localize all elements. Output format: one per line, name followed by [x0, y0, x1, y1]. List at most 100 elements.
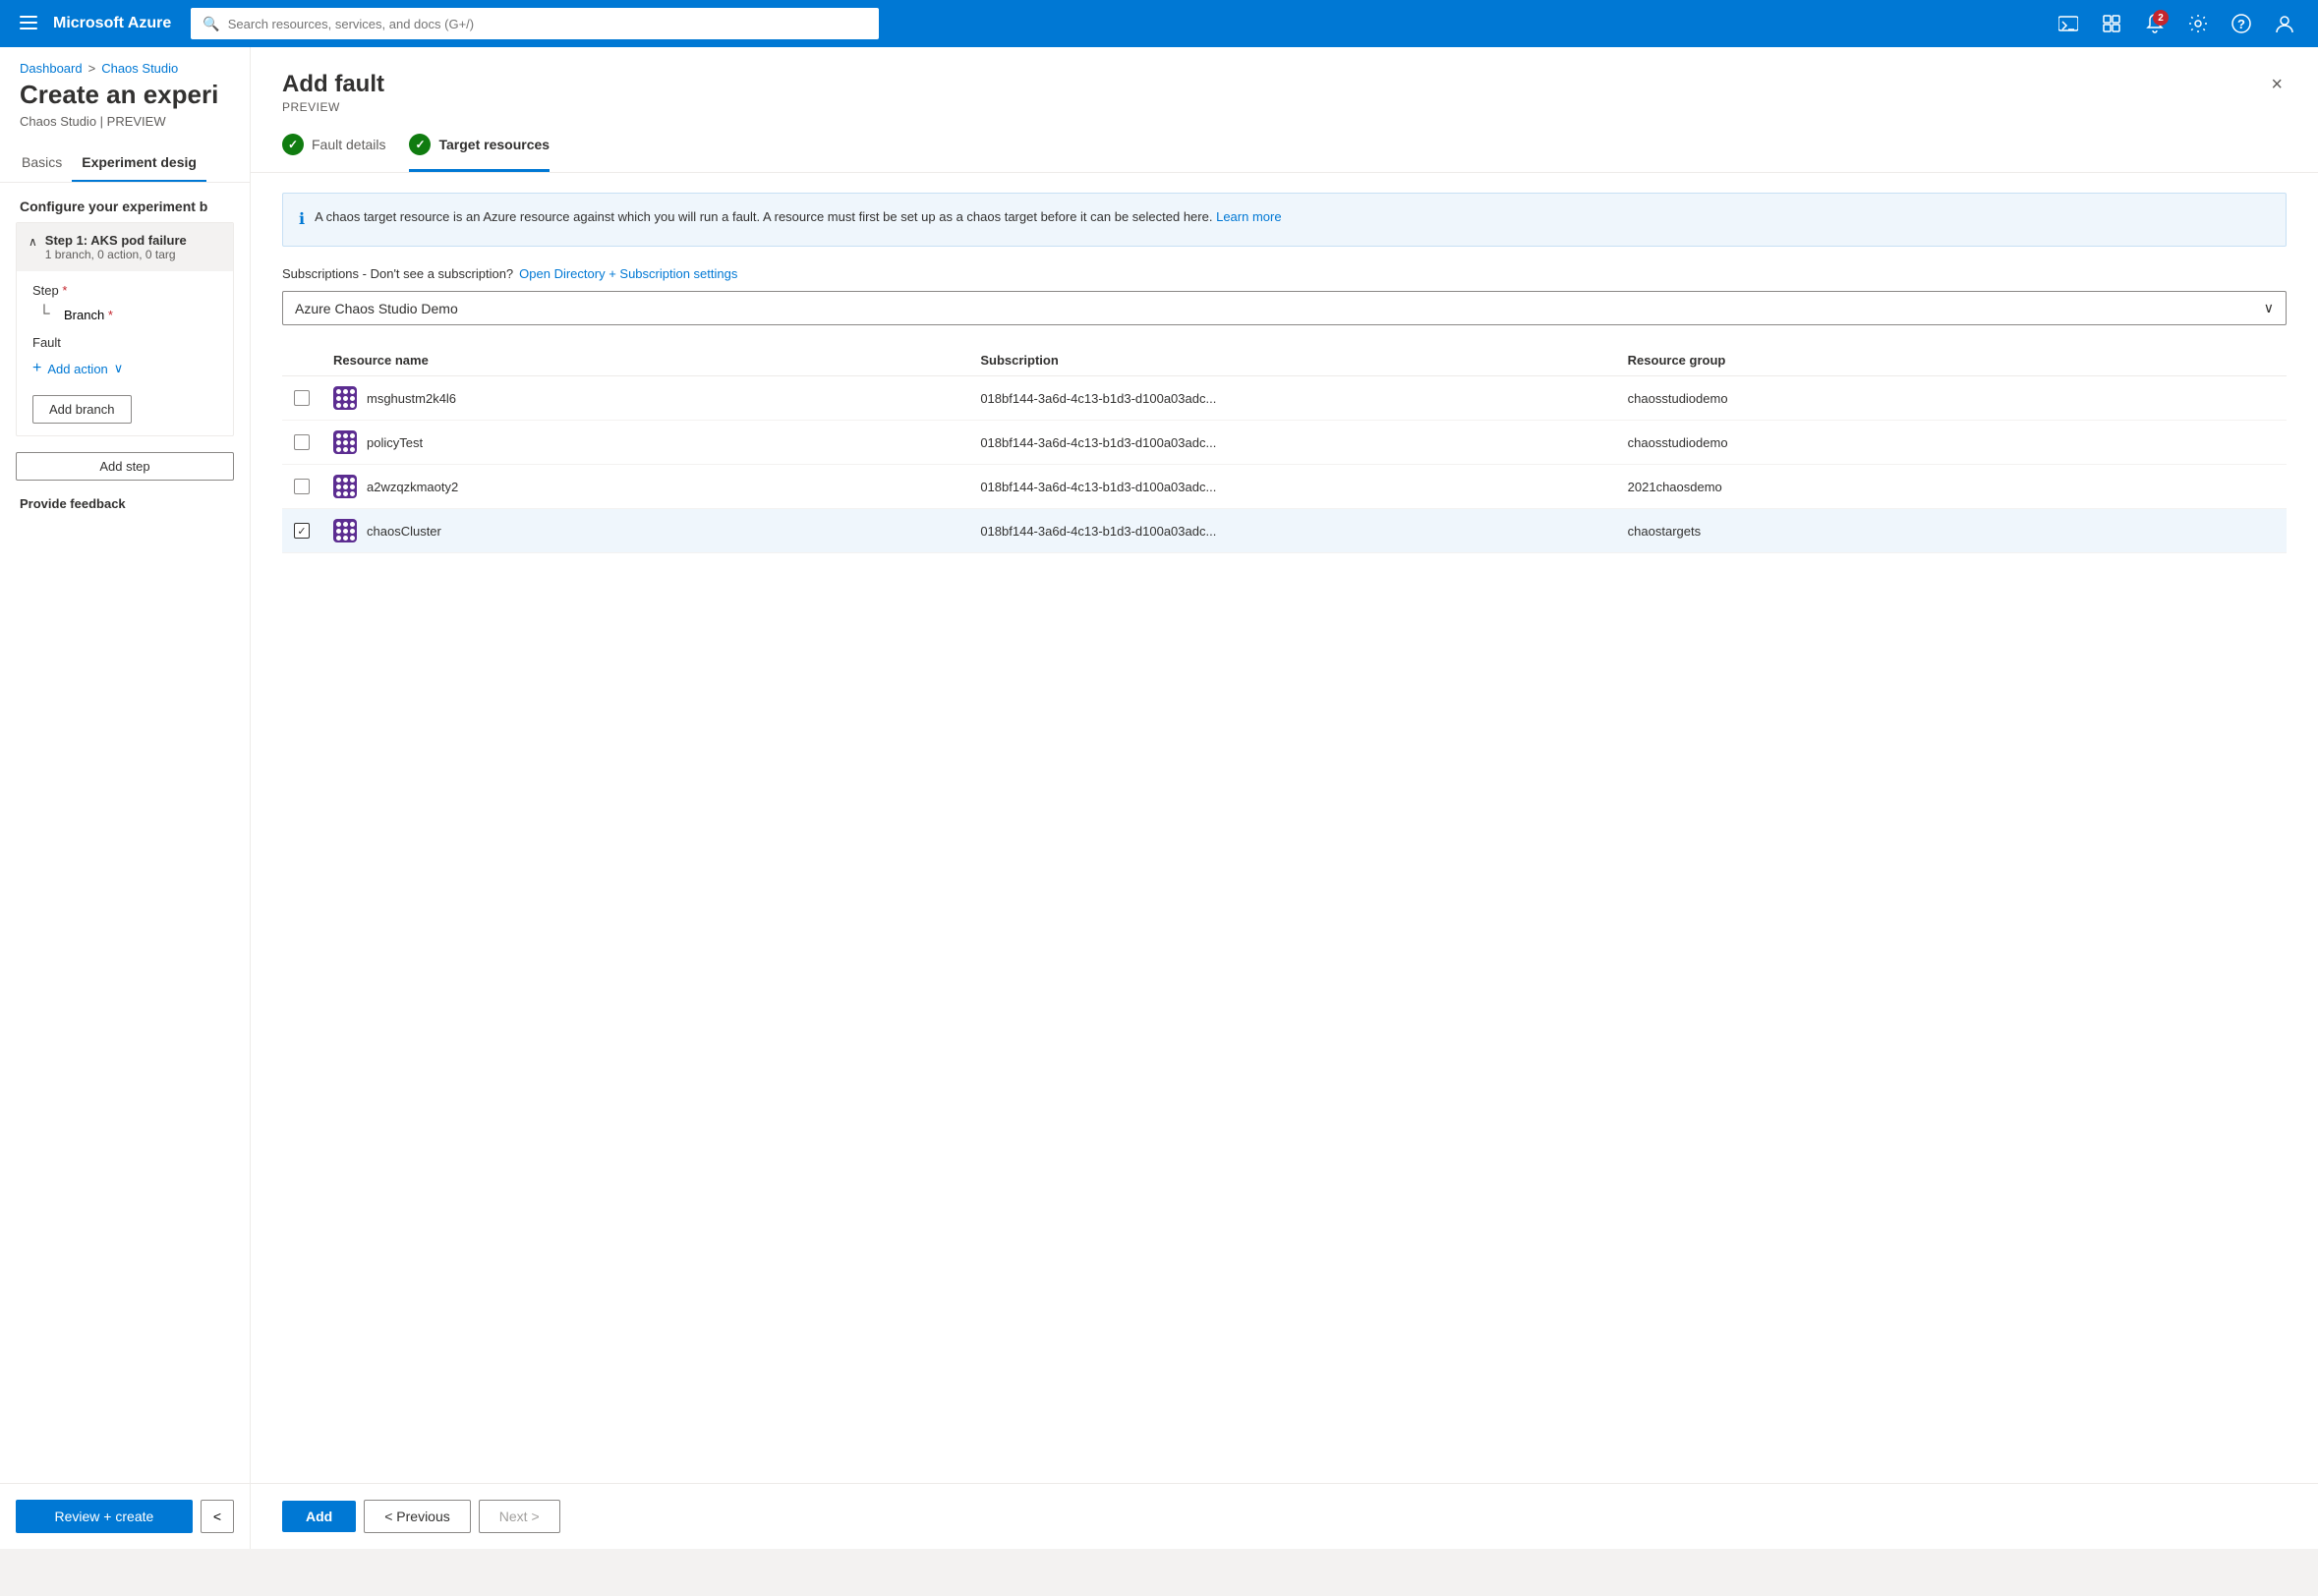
tab-basics[interactable]: Basics	[12, 144, 72, 182]
hamburger-menu[interactable]	[16, 10, 41, 38]
resources-table: Resource name Subscription Resource grou…	[282, 345, 2287, 1483]
step-title: Step 1: AKS pod failure	[45, 233, 221, 248]
info-icon: ℹ	[299, 208, 305, 232]
user-account-button[interactable]	[2267, 6, 2302, 41]
step-tree: └ Branch *	[32, 302, 217, 327]
row-1-checkbox[interactable]	[294, 390, 310, 406]
resource-icon	[333, 519, 357, 542]
add-button[interactable]: Add	[282, 1501, 356, 1532]
page-title: Create an experi	[0, 76, 250, 114]
cloud-shell-button[interactable]	[2051, 6, 2086, 41]
wizard-step-circle-2: ✓	[409, 134, 431, 155]
table-row[interactable]: msghustm2k4l6 018bf144-3a6d-4c13-b1d3-d1…	[282, 376, 2287, 421]
svg-text:?: ?	[2237, 17, 2245, 31]
row-2-resource-name: policyTest	[367, 435, 423, 450]
wizard-steps: ✓ Fault details ✓ Target resources	[251, 114, 2318, 173]
wizard-step-circle-1: ✓	[282, 134, 304, 155]
search-input[interactable]	[228, 17, 868, 31]
row-1-resource-group: chaosstudiodemo	[1628, 391, 2275, 406]
add-step-button[interactable]: Add step	[16, 452, 234, 481]
directory-button[interactable]	[2094, 6, 2129, 41]
resource-icon	[333, 430, 357, 454]
resource-icon	[333, 475, 357, 498]
fault-label: Fault	[32, 327, 217, 354]
row-3-resource-group: 2021chaosdemo	[1628, 480, 2275, 494]
row-1-name-cell: msghustm2k4l6	[333, 386, 980, 410]
table-row[interactable]: ✓ chaosCluster 018bf144-3a6d-4c13-b1d3-d…	[282, 509, 2287, 553]
configure-label: Configure your experiment b	[0, 183, 250, 222]
table-col-resource-name: Resource name	[333, 353, 980, 368]
info-box: ℹ A chaos target resource is an Azure re…	[282, 193, 2287, 247]
brand-name: Microsoft Azure	[53, 15, 171, 32]
tabs-bar: Basics Experiment desig	[0, 144, 250, 183]
previous-button[interactable]: < Previous	[364, 1500, 471, 1533]
plus-icon: +	[32, 360, 41, 377]
step-meta: 1 branch, 0 action, 0 targ	[45, 248, 221, 261]
wizard-step-fault-details[interactable]: ✓ Fault details	[282, 134, 385, 172]
row-3-resource-name: a2wzqzkmaoty2	[367, 480, 458, 494]
main-layout: Dashboard > Chaos Studio Create an exper…	[0, 47, 2318, 1549]
step-field-label: Step *	[32, 283, 217, 298]
row-1-resource-name: msghustm2k4l6	[367, 391, 456, 406]
close-button[interactable]: ×	[2267, 71, 2287, 98]
table-header: Resource name Subscription Resource grou…	[282, 345, 2287, 376]
step-header[interactable]: ∧ Step 1: AKS pod failure 1 branch, 0 ac…	[17, 223, 233, 271]
table-row[interactable]: policyTest 018bf144-3a6d-4c13-b1d3-d100a…	[282, 421, 2287, 465]
dialog-title: Add fault	[282, 71, 384, 98]
page-subtitle: Chaos Studio | PREVIEW	[0, 114, 250, 144]
row-2-resource-group: chaosstudiodemo	[1628, 435, 2275, 450]
info-text: A chaos target resource is an Azure reso…	[315, 209, 1212, 224]
add-branch-button[interactable]: Add branch	[32, 395, 132, 424]
dialog-subtitle: PREVIEW	[282, 100, 384, 114]
row-2-checkbox-cell	[294, 434, 333, 450]
left-nav-button[interactable]: <	[201, 1500, 234, 1533]
settings-button[interactable]	[2180, 6, 2216, 41]
row-3-subscription: 018bf144-3a6d-4c13-b1d3-d100a03adc...	[980, 480, 1627, 494]
row-2-checkbox[interactable]	[294, 434, 310, 450]
step-content: Step * └ Branch * Fault + Add action ∨	[17, 271, 233, 435]
row-4-subscription: 018bf144-3a6d-4c13-b1d3-d100a03adc...	[980, 524, 1627, 539]
subscription-selected-value: Azure Chaos Studio Demo	[295, 301, 458, 316]
add-fault-dialog: Add fault PREVIEW × ✓ Fault details ✓ Ta…	[251, 47, 2318, 1549]
subscriptions-label: Subscriptions - Don't see a subscription…	[282, 266, 513, 281]
wizard-step-target-resources[interactable]: ✓ Target resources	[409, 134, 550, 172]
row-2-subscription: 018bf144-3a6d-4c13-b1d3-d100a03adc...	[980, 435, 1627, 450]
review-create-button[interactable]: Review + create	[16, 1500, 193, 1533]
next-button[interactable]: Next >	[479, 1500, 560, 1533]
provide-feedback: Provide feedback	[0, 496, 250, 519]
table-col-checkbox	[294, 353, 333, 368]
table-row[interactable]: a2wzqzkmaoty2 018bf144-3a6d-4c13-b1d3-d1…	[282, 465, 2287, 509]
left-panel: Dashboard > Chaos Studio Create an exper…	[0, 47, 251, 1549]
topbar: Microsoft Azure 🔍 2 ?	[0, 0, 2318, 47]
checkmark-icon: ✓	[297, 525, 306, 538]
row-4-checkbox[interactable]: ✓	[294, 523, 310, 539]
learn-more-link[interactable]: Learn more	[1216, 209, 1281, 224]
breadcrumb-dashboard[interactable]: Dashboard	[20, 61, 83, 76]
row-1-checkbox-cell	[294, 390, 333, 406]
dialog-footer: Add < Previous Next >	[251, 1483, 2318, 1549]
row-4-checkbox-cell: ✓	[294, 523, 333, 539]
row-4-resource-name: chaosCluster	[367, 524, 441, 539]
topbar-icons: 2 ?	[2051, 6, 2302, 41]
row-4-resource-group: chaostargets	[1628, 524, 2275, 539]
row-3-checkbox[interactable]	[294, 479, 310, 494]
row-3-checkbox-cell	[294, 479, 333, 494]
add-action-button[interactable]: + Add action ∨	[32, 354, 217, 383]
tab-experiment-design[interactable]: Experiment desig	[72, 144, 206, 182]
search-icon: 🔍	[203, 16, 219, 32]
row-3-name-cell: a2wzqzkmaoty2	[333, 475, 980, 498]
subscription-dropdown-container: Azure Chaos Studio Demo ∨	[251, 291, 2318, 325]
breadcrumb-chaos-studio[interactable]: Chaos Studio	[101, 61, 178, 76]
tree-connector: └	[32, 306, 56, 323]
step-box: ∧ Step 1: AKS pod failure 1 branch, 0 ac…	[16, 222, 234, 436]
open-directory-link[interactable]: Open Directory + Subscription settings	[519, 266, 737, 281]
table-col-subscription: Subscription	[980, 353, 1627, 368]
left-bottom-bar: Review + create <	[0, 1483, 250, 1549]
subscriptions-row: Subscriptions - Don't see a subscription…	[251, 266, 2318, 281]
subscription-dropdown[interactable]: Azure Chaos Studio Demo ∨	[282, 291, 2287, 325]
dialog-header: Add fault PREVIEW ×	[251, 47, 2318, 114]
help-button[interactable]: ?	[2224, 6, 2259, 41]
search-bar[interactable]: 🔍	[191, 8, 879, 39]
breadcrumb-separator: >	[88, 61, 96, 76]
notifications-button[interactable]: 2	[2137, 6, 2173, 41]
